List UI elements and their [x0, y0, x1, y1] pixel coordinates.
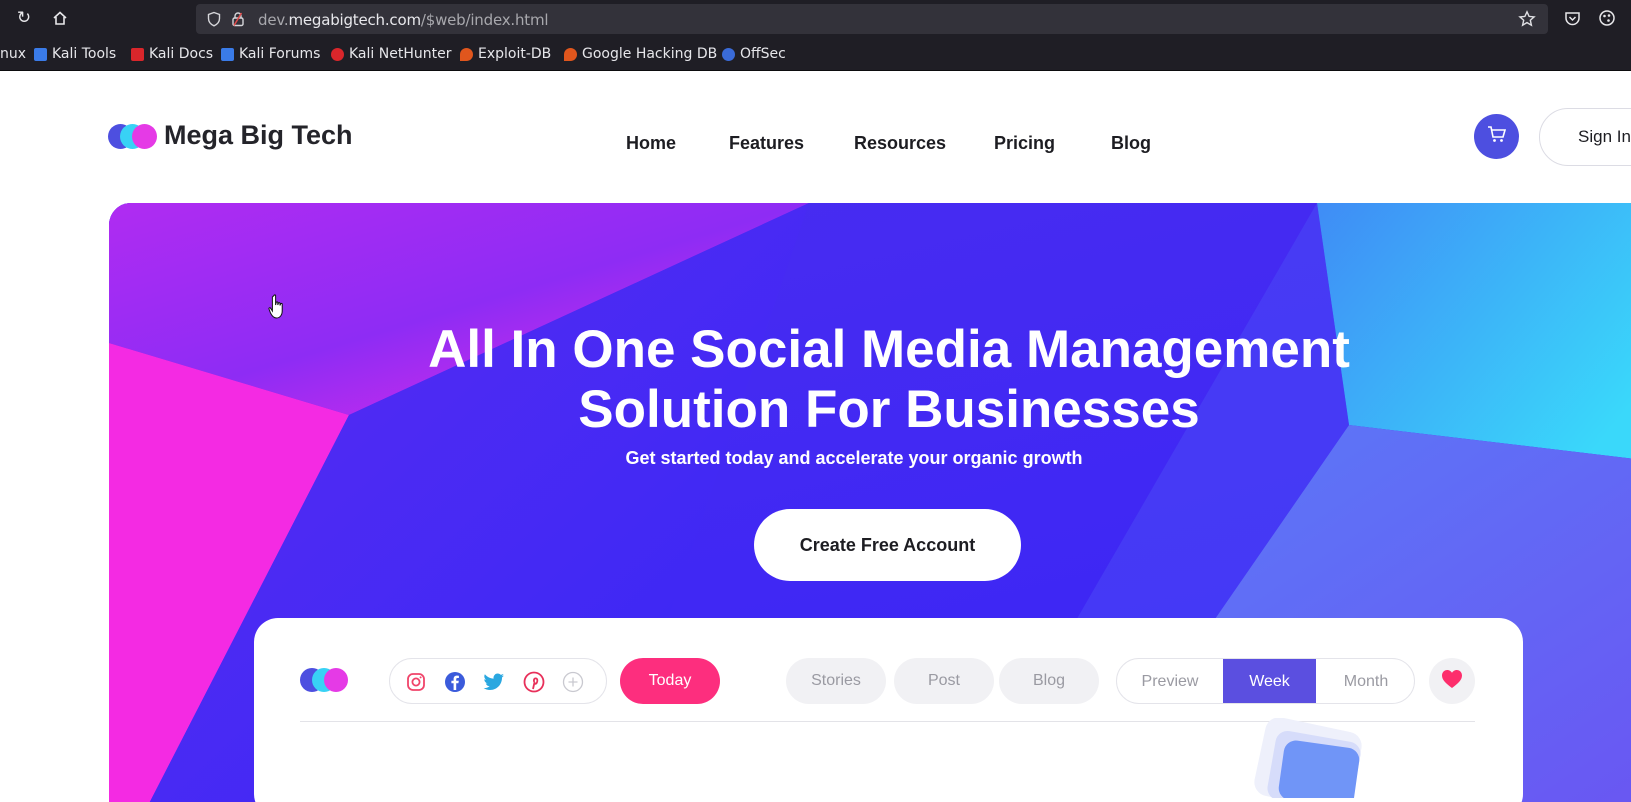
add-network-icon[interactable]: [562, 671, 584, 693]
pinterest-icon[interactable]: [523, 671, 545, 693]
view-label: Week: [1249, 673, 1290, 690]
tab-stories[interactable]: Stories: [786, 658, 886, 704]
home-icon[interactable]: [50, 8, 70, 28]
heart-icon: [1441, 669, 1463, 694]
shield-icon[interactable]: [206, 11, 222, 32]
tab-label: Stories: [811, 672, 861, 689]
decorative-cards-illustration: [1254, 718, 1362, 798]
website: Mega Big Tech Home Features Resources Pr…: [0, 71, 1631, 802]
bookmark-label: Kali Tools: [52, 46, 117, 62]
browser-toolbar: ↻ dev.megabigtech.com/$web/index.html: [0, 0, 1631, 36]
url-text[interactable]: dev.megabigtech.com/$web/index.html: [258, 11, 549, 29]
tab-post[interactable]: Post: [894, 658, 994, 704]
kali-forums-icon: [221, 47, 234, 61]
social-networks-group: [389, 658, 607, 704]
bookmark-label: OffSec: [740, 46, 786, 62]
bookmark-kali-nethunter[interactable]: Kali NetHunter: [331, 45, 451, 63]
today-label: Today: [648, 672, 692, 689]
pocket-icon[interactable]: [1562, 8, 1582, 28]
view-preview[interactable]: Preview: [1117, 659, 1223, 703]
bookmarks-bar: nux Kali Tools Kali Docs Kali Forums Kal…: [0, 36, 1631, 71]
extensions-icon[interactable]: [1597, 8, 1617, 28]
kali-docs-icon: [131, 47, 144, 61]
nav-home[interactable]: Home: [626, 133, 676, 154]
create-free-account-button[interactable]: Create Free Account: [754, 509, 1021, 581]
view-label: Month: [1343, 673, 1389, 690]
facebook-icon[interactable]: [444, 671, 466, 693]
nav-resources[interactable]: Resources: [854, 133, 946, 154]
star-bookmark-icon[interactable]: [1518, 10, 1536, 33]
hero-title: All In One Social Media Management Solut…: [109, 320, 1631, 440]
bookmark-exploit-db[interactable]: Exploit-DB: [460, 45, 551, 63]
bookmark-kali-docs[interactable]: Kali Docs: [131, 45, 213, 63]
address-bar[interactable]: dev.megabigtech.com/$web/index.html: [196, 4, 1548, 34]
sign-in-label: Sign In: [1578, 127, 1631, 146]
brand-name[interactable]: Mega Big Tech: [164, 120, 353, 151]
brand-logo-icon[interactable]: [108, 124, 158, 150]
hero-title-line-2: Solution For Businesses: [578, 380, 1200, 439]
bookmark-label: Kali Forums: [239, 46, 321, 62]
hero-title-line-1: All In One Social Media Management: [428, 320, 1350, 379]
hero-subtitle: Get started today and accelerate your or…: [625, 448, 1083, 468]
bookmark-label: Kali Docs: [149, 46, 214, 62]
kali-nethunter-icon: [331, 47, 344, 61]
nav-features[interactable]: Features: [729, 133, 804, 154]
cart-button[interactable]: [1474, 114, 1519, 159]
bookmark-offsec[interactable]: OffSec: [722, 45, 786, 63]
bookmark-label: Google Hacking DB: [582, 46, 718, 62]
instagram-icon[interactable]: [405, 671, 427, 693]
offsec-icon: [722, 47, 735, 61]
tab-label: Post: [927, 672, 960, 689]
bookmark-label: nux: [0, 46, 27, 62]
view-label: Preview: [1141, 673, 1199, 690]
google-hacking-db-icon: [564, 47, 577, 61]
cart-icon: [1487, 125, 1507, 148]
reload-icon[interactable]: ↻: [14, 8, 34, 28]
tab-label: Blog: [1032, 672, 1066, 689]
exploit-db-icon: [460, 47, 473, 61]
bookmark-linux[interactable]: nux: [0, 45, 26, 63]
view-week[interactable]: Week: [1223, 659, 1316, 703]
today-button[interactable]: Today: [620, 658, 720, 704]
tab-blog[interactable]: Blog: [999, 658, 1099, 704]
cta-label: Create Free Account: [799, 534, 976, 555]
lock-icon[interactable]: [230, 11, 246, 32]
favorite-button[interactable]: [1429, 658, 1475, 704]
bookmark-kali-tools[interactable]: Kali Tools: [34, 45, 116, 63]
kali-tools-icon: [34, 47, 47, 61]
hand-cursor-icon: [268, 294, 283, 319]
nav-blog[interactable]: Blog: [1111, 133, 1151, 154]
bookmark-label: Exploit-DB: [478, 46, 552, 62]
view-switcher: Preview Week Month: [1116, 658, 1415, 704]
bookmark-google-hacking-db[interactable]: Google Hacking DB: [564, 45, 717, 63]
bookmark-label: Kali NetHunter: [349, 46, 452, 62]
view-month[interactable]: Month: [1316, 659, 1414, 703]
sign-in-button[interactable]: Sign In: [1539, 108, 1631, 166]
twitter-icon[interactable]: [483, 671, 505, 693]
card-logo-icon: [300, 668, 350, 694]
dashboard-preview-card: Today Stories Post Blog Preview Week Mon…: [254, 618, 1523, 802]
nav-pricing[interactable]: Pricing: [994, 133, 1055, 154]
bookmark-kali-forums[interactable]: Kali Forums: [221, 45, 320, 63]
